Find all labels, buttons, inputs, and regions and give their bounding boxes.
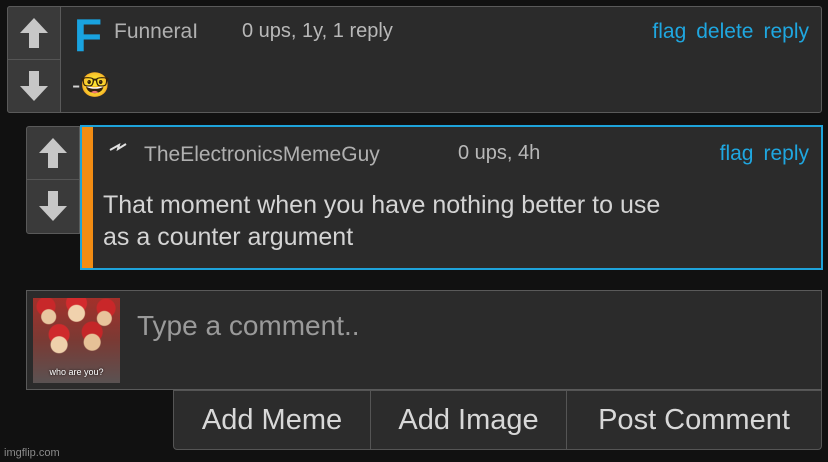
avatar[interactable]: who are you? — [33, 298, 120, 383]
arrow-down-icon — [20, 71, 48, 101]
nerd-emoji: 🤓 — [80, 72, 111, 99]
upvote-button[interactable] — [8, 7, 60, 59]
comment-body-line: That moment when you have nothing better… — [103, 191, 661, 219]
lightning-icon — [109, 143, 127, 152]
vote-column-reply — [26, 126, 80, 234]
upvote-button[interactable] — [27, 127, 79, 179]
vote-column — [7, 6, 61, 113]
flag-link[interactable]: flag — [652, 20, 686, 44]
arrow-down-icon — [39, 191, 67, 221]
comment-actions: flag reply — [720, 142, 809, 166]
comment-actions: flag delete reply — [652, 20, 809, 44]
flag-link[interactable]: flag — [720, 142, 754, 166]
avatar-caption: who are you? — [49, 367, 104, 377]
watermark: imgflip.com — [4, 447, 60, 459]
comment-body-line: as a counter argument — [103, 223, 354, 251]
reply-link[interactable]: reply — [763, 142, 809, 166]
comment-1: F FunneraI 0 ups, 1y, 1 reply flag delet… — [7, 6, 822, 113]
comment-meta: 0 ups, 4h — [458, 142, 541, 164]
comment-input[interactable] — [135, 301, 809, 351]
author-flair-icon — [108, 141, 128, 159]
add-image-button[interactable]: Add Image — [370, 390, 567, 450]
comment-author[interactable]: FunneraI — [114, 20, 198, 44]
comment-composer: who are you? — [26, 290, 822, 390]
add-meme-button[interactable]: Add Meme — [173, 390, 371, 450]
comment-body: That moment when you have nothing better… — [103, 189, 660, 253]
delete-link[interactable]: delete — [696, 20, 753, 44]
comment-author[interactable]: TheElectronicsMemeGuy — [144, 143, 380, 167]
author-flair-icon: F — [74, 9, 103, 61]
downvote-button[interactable] — [8, 60, 60, 112]
comment-meta: 0 ups, 1y, 1 reply — [242, 20, 393, 42]
post-comment-button[interactable]: Post Comment — [566, 390, 822, 450]
reply-link[interactable]: reply — [763, 20, 809, 44]
downvote-button[interactable] — [27, 180, 79, 232]
comment-body: -🤓 — [72, 69, 110, 102]
arrow-up-icon — [20, 18, 48, 48]
arrow-up-icon — [39, 138, 67, 168]
new-comment-accent — [82, 127, 93, 268]
comment-2: TheElectronicsMemeGuy 0 ups, 4h flag rep… — [80, 125, 823, 270]
